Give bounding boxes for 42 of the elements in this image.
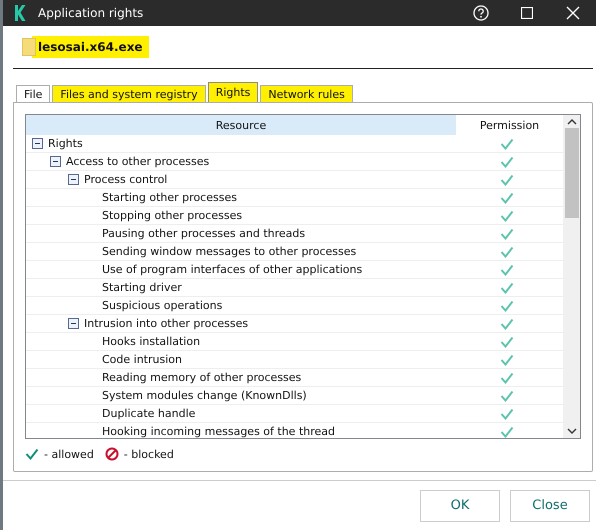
maximize-icon xyxy=(521,7,533,19)
file-name: lesosai.x64.exe xyxy=(32,36,149,58)
resource-name: Reading memory of other processes xyxy=(102,371,302,384)
collapse-icon[interactable] xyxy=(68,318,79,329)
collapse-icon[interactable] xyxy=(50,156,61,167)
resource-name: Process control xyxy=(84,173,168,186)
resource-name: Hooks installation xyxy=(102,335,200,348)
tab[interactable]: Rights xyxy=(208,82,258,102)
scroll-thumb[interactable] xyxy=(564,128,578,218)
scroll-up-icon[interactable] xyxy=(566,119,576,125)
resource-name: Starting driver xyxy=(102,281,182,294)
file-icon xyxy=(22,38,36,56)
scrollbar[interactable] xyxy=(563,115,580,438)
resource-name: Duplicate handle xyxy=(102,407,196,420)
resource-name: Pausing other processes and threads xyxy=(102,227,306,240)
help-icon xyxy=(473,5,489,21)
resource-name: Suspicious operations xyxy=(102,299,222,312)
resource-name: Code intrusion xyxy=(102,353,182,366)
legend-label: - blocked xyxy=(124,448,174,460)
window-title: Application rights xyxy=(38,6,144,20)
resource-name: Rights xyxy=(48,137,83,150)
ok-button[interactable]: OK xyxy=(420,490,500,522)
tab[interactable]: Network rules xyxy=(260,85,353,102)
resource-name: Starting other processes xyxy=(102,191,237,204)
resource-name: Hooking incoming messages of the thread xyxy=(102,425,336,438)
column-header[interactable]: Permission xyxy=(456,115,563,135)
resource-name: System modules change (KnownDlls) xyxy=(102,389,307,402)
collapse-icon[interactable] xyxy=(32,138,43,149)
close-icon xyxy=(566,6,580,20)
resource-name: Access to other processes xyxy=(66,155,210,168)
resource-name: Stopping other processes xyxy=(102,209,242,222)
resource-name: Sending window messages to other processes xyxy=(102,245,356,258)
scroll-down-icon[interactable] xyxy=(566,428,576,434)
column-header[interactable]: Resource xyxy=(26,115,456,135)
app-logo-icon xyxy=(14,5,26,21)
close-button[interactable]: Close xyxy=(510,490,590,522)
resource-name: Intrusion into other processes xyxy=(84,317,248,330)
legend-label: - allowed xyxy=(44,448,94,460)
resource-name: Use of program interfaces of other applications xyxy=(102,263,362,276)
collapse-icon[interactable] xyxy=(68,174,79,185)
tab[interactable]: File xyxy=(16,85,50,102)
tab[interactable]: Files and system registry xyxy=(52,85,206,102)
